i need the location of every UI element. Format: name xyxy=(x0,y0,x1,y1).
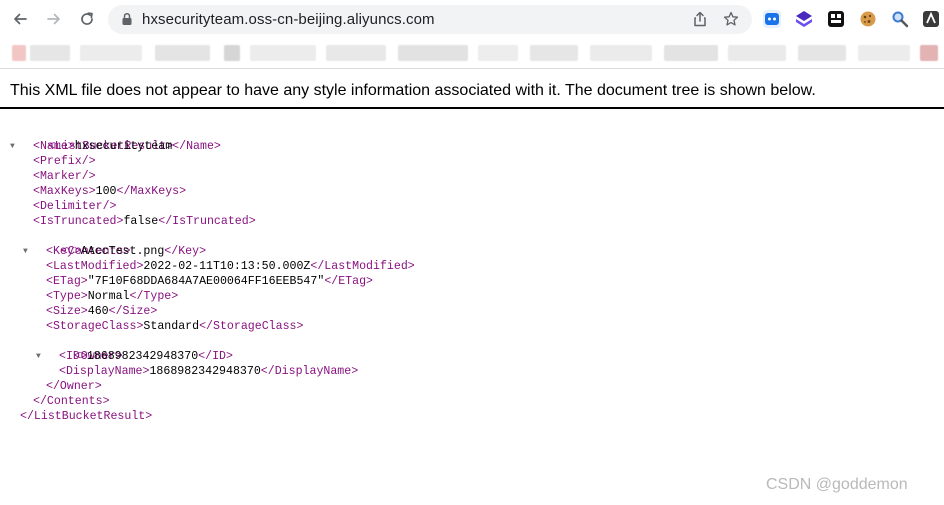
address-bar[interactable]: hxsecurityteam.oss-cn-beijing.aliyuncs.c… xyxy=(108,5,752,34)
xml-value: Standard xyxy=(143,320,200,333)
bookmark-item[interactable] xyxy=(664,45,718,61)
bookmark-item[interactable] xyxy=(590,45,652,61)
xml-tag: <Marker/> xyxy=(33,170,96,183)
bookmark-item[interactable] xyxy=(30,45,70,61)
xml-line: </Owner> xyxy=(0,379,415,394)
bookmark-item[interactable] xyxy=(478,45,518,61)
xml-line: <DisplayName>1868982342948370</DisplayNa… xyxy=(0,364,415,379)
xml-line: <Name>hxsecurityteam</Name> xyxy=(0,139,415,154)
browser-toolbar: hxsecurityteam.oss-cn-beijing.aliyuncs.c… xyxy=(0,0,944,38)
lock-icon[interactable] xyxy=(120,12,134,26)
bookmark-item[interactable] xyxy=(798,45,846,61)
bookmark-item[interactable] xyxy=(250,45,316,61)
xml-tag: </Key> xyxy=(164,245,207,258)
extension-icon-2[interactable] xyxy=(795,10,813,28)
xml-value: "7F10F68DDA684A7AE00064FF16EEB547" xyxy=(87,275,325,288)
xml-tag: <Type> xyxy=(46,290,88,303)
share-icon[interactable] xyxy=(692,11,708,27)
xml-tag: </ETag> xyxy=(324,275,374,288)
bookmark-item[interactable] xyxy=(224,45,240,61)
xml-line: </ListBucketResult> xyxy=(0,409,415,424)
bookmark-item[interactable] xyxy=(398,45,468,61)
xml-line: <MaxKeys>100</MaxKeys> xyxy=(0,184,415,199)
xml-value: 100 xyxy=(95,185,117,198)
bookmarks-bar xyxy=(0,38,944,69)
xml-tag: <ETag> xyxy=(46,275,88,288)
xml-value: 1868982342948370 xyxy=(149,365,261,378)
xml-tag: </Size> xyxy=(108,305,158,318)
xml-tag: </LastModified> xyxy=(310,260,415,273)
xml-tag: <MaxKeys> xyxy=(33,185,96,198)
extension-icon-5[interactable] xyxy=(891,10,909,28)
extension-icon-6[interactable] xyxy=(922,10,940,28)
xml-style-notice: This XML file does not appear to have an… xyxy=(10,82,816,99)
xml-line: </Contents> xyxy=(0,394,415,409)
xml-value: AAccTest.png xyxy=(80,245,165,258)
xml-tag: <Name> xyxy=(33,140,75,153)
xml-line: <Type>Normal</Type> xyxy=(0,289,415,304)
xml-line: <Size>460</Size> xyxy=(0,304,415,319)
bookmark-item[interactable] xyxy=(728,45,786,61)
divider xyxy=(0,107,944,109)
xml-line: ▼ <Contents> xyxy=(0,229,415,258)
xml-tag: </ID> xyxy=(198,350,233,363)
reload-icon[interactable] xyxy=(76,8,98,30)
xml-line: <LastModified>2022-02-11T10:13:50.000Z</… xyxy=(0,259,415,274)
xml-tag: <DisplayName> xyxy=(59,365,150,378)
xml-tag: </Contents> xyxy=(33,395,110,408)
xml-value: false xyxy=(123,215,159,228)
xml-line: ▼ <ListBucketResult> xyxy=(0,124,415,153)
watermark: CSDN @goddemon xyxy=(766,476,908,493)
xml-tag: <Prefix/> xyxy=(33,155,96,168)
xml-line: <ETag>"7F10F68DDA684A7AE00064FF16EEB547"… xyxy=(0,274,415,289)
bookmark-item[interactable] xyxy=(12,45,26,61)
xml-tag: </ListBucketResult> xyxy=(20,410,153,423)
xml-tag: <Delimiter/> xyxy=(33,200,117,213)
bookmark-star-icon[interactable] xyxy=(723,11,739,27)
xml-tag: <Size> xyxy=(46,305,88,318)
xml-line: ▼ <Owner> xyxy=(0,334,415,363)
xml-line: <Key>AAccTest.png</Key> xyxy=(0,244,415,259)
xml-line: <Delimiter/> xyxy=(0,199,415,214)
xml-tag: </IsTruncated> xyxy=(158,215,256,228)
bookmark-item[interactable] xyxy=(920,45,938,61)
bookmark-item[interactable] xyxy=(326,45,386,61)
xml-value: hxsecurityteam xyxy=(74,140,173,153)
extension-icon-4[interactable] xyxy=(859,10,877,28)
xml-tag: <LastModified> xyxy=(46,260,144,273)
forward-arrow-icon[interactable] xyxy=(43,8,65,30)
xml-tag: </MaxKeys> xyxy=(116,185,187,198)
xml-tag: </Type> xyxy=(129,290,179,303)
xml-line: <StorageClass>Standard</StorageClass> xyxy=(0,319,415,334)
xml-value: 460 xyxy=(87,305,109,318)
url-text: hxsecurityteam.oss-cn-beijing.aliyuncs.c… xyxy=(142,11,435,28)
xml-tree: ▼ <ListBucketResult> <Name>hxsecurityteam… xyxy=(0,124,415,424)
extension-icon-1[interactable] xyxy=(763,10,781,28)
bookmark-item[interactable] xyxy=(530,45,578,61)
xml-value: 1868982342948370 xyxy=(86,350,199,363)
xml-line: <Prefix/> xyxy=(0,154,415,169)
xml-tag: </DisplayName> xyxy=(260,365,359,378)
xml-value: 2022-02-11T10:13:50.000Z xyxy=(143,260,311,273)
xml-tag: <ID> xyxy=(59,350,87,363)
bookmark-item[interactable] xyxy=(155,45,210,61)
back-arrow-icon[interactable] xyxy=(9,8,31,30)
xml-tag: </Name> xyxy=(172,140,221,153)
xml-line: <IsTruncated>false</IsTruncated> xyxy=(0,214,415,229)
xml-tag: </Owner> xyxy=(46,380,102,393)
xml-line: <ID>1868982342948370</ID> xyxy=(0,349,415,364)
xml-value: Normal xyxy=(87,290,130,303)
xml-tag: <StorageClass> xyxy=(46,320,144,333)
bookmark-item[interactable] xyxy=(858,45,910,61)
extension-icon-3[interactable] xyxy=(827,10,845,28)
bookmark-item[interactable] xyxy=(80,45,142,61)
xml-tag: </StorageClass> xyxy=(199,320,304,333)
xml-tag: <Key> xyxy=(46,245,81,258)
xml-line: <Marker/> xyxy=(0,169,415,184)
xml-tag: <IsTruncated> xyxy=(33,215,124,228)
